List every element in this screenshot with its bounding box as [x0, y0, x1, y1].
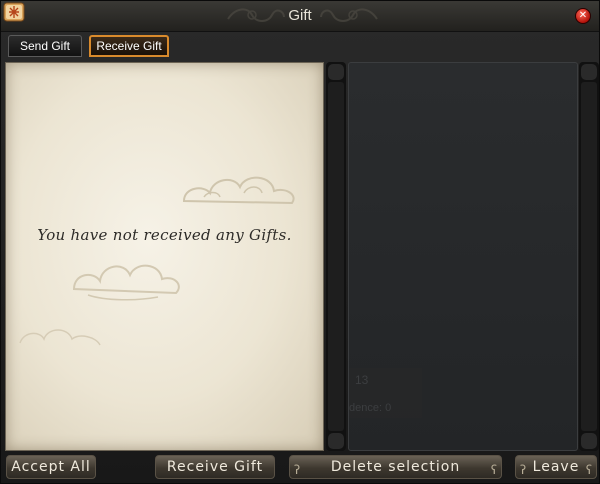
button-flourish-right-icon: ʕ: [490, 463, 497, 477]
delete-selection-label: Delete selection: [330, 459, 461, 475]
tab-receive-gift[interactable]: Receive Gift: [89, 35, 169, 57]
scroll-down-icon[interactable]: [581, 433, 597, 449]
close-icon[interactable]: ✕: [575, 8, 591, 24]
scrollbar-track[interactable]: [581, 82, 597, 431]
accept-all-button[interactable]: Accept All: [6, 455, 96, 479]
gift-window: Gift ✕ Send Gift Receive Gift You have n…: [0, 0, 600, 484]
scroll-up-icon[interactable]: [581, 64, 597, 80]
leave-label: Leave: [532, 459, 580, 475]
gift-list-panel[interactable]: You have not received any Gifts.: [5, 62, 324, 451]
cloud-decoration-icon: [72, 264, 180, 301]
leave-button[interactable]: ʔ Leave ʕ: [515, 455, 597, 479]
scroll-down-icon[interactable]: [328, 433, 344, 449]
gift-list-scrollbar[interactable]: [326, 62, 346, 451]
faded-item-label: dence: 0: [349, 402, 392, 414]
title-bar[interactable]: Gift ✕: [1, 1, 599, 32]
button-flourish-right-icon: ʕ: [585, 463, 592, 477]
scroll-up-icon[interactable]: [328, 64, 344, 80]
gift-detail-panel: 13 dence: 0: [348, 62, 578, 451]
tab-send-gift[interactable]: Send Gift: [8, 35, 82, 57]
button-flourish-left-icon: ʔ: [294, 463, 301, 477]
empty-gifts-message: You have not received any Gifts.: [37, 226, 292, 244]
scrollbar-track[interactable]: [328, 82, 344, 431]
delete-selection-button[interactable]: ʔ Delete selection ʕ: [289, 455, 502, 479]
faded-item-count: 13: [355, 373, 369, 387]
window-title: Gift: [288, 7, 312, 24]
detail-scrollbar[interactable]: [579, 62, 599, 451]
receive-gift-button[interactable]: Receive Gift: [155, 455, 275, 479]
faded-item-info: 13 dence: 0: [349, 368, 422, 418]
button-flourish-left-icon: ʔ: [520, 463, 527, 477]
cloud-decoration-icon: [182, 176, 295, 205]
cloud-decoration-icon: [19, 329, 101, 346]
